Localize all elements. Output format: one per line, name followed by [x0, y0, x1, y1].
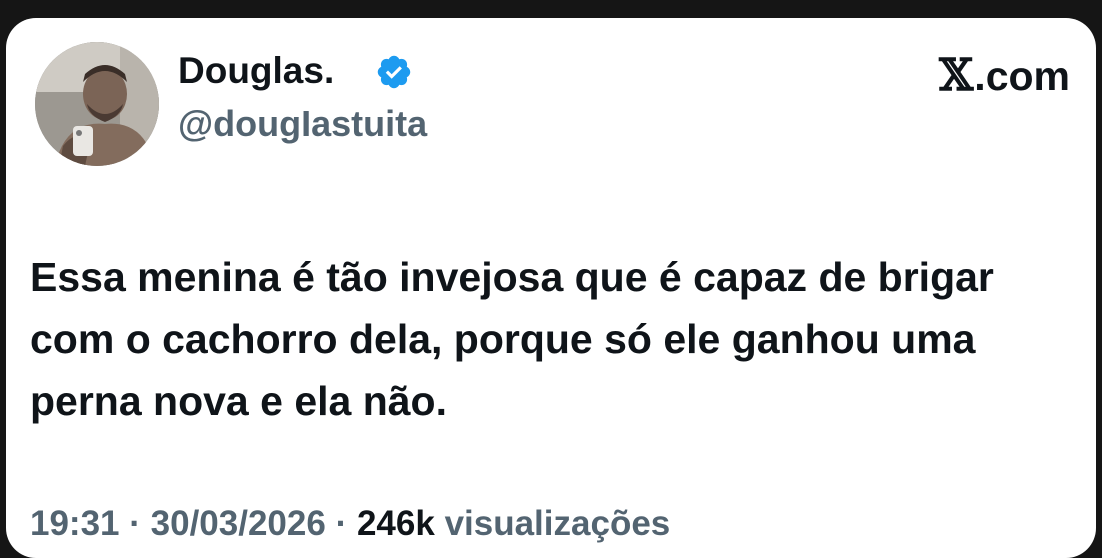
meta-separator: · — [129, 504, 141, 543]
tweet-time[interactable]: 19:31 — [30, 504, 120, 543]
tweet-card: Douglas. @dougIastuita 𝕏 .com Essa menina… — [6, 18, 1096, 558]
brand-domain: .com — [974, 52, 1070, 99]
avatar[interactable] — [35, 42, 159, 166]
tweet-text: Essa menina é tão invejosa que é capaz d… — [30, 254, 994, 424]
avatar-image — [35, 42, 159, 166]
verified-badge-icon — [375, 53, 413, 91]
tweet-meta: 19:31 · 30/03/2026 · 246k visualizações — [30, 506, 670, 541]
display-name[interactable]: Douglas. — [178, 52, 334, 89]
user-handle[interactable]: @dougIastuita — [178, 106, 427, 142]
meta-separator: · — [335, 504, 348, 543]
views-label: visualizações — [444, 504, 671, 543]
tweet-date[interactable]: 30/03/2026 — [151, 504, 326, 543]
views-count[interactable]: 246k — [357, 504, 435, 543]
x-logo-icon: 𝕏 — [939, 50, 974, 101]
brand-logo: 𝕏 .com — [939, 54, 1070, 98]
